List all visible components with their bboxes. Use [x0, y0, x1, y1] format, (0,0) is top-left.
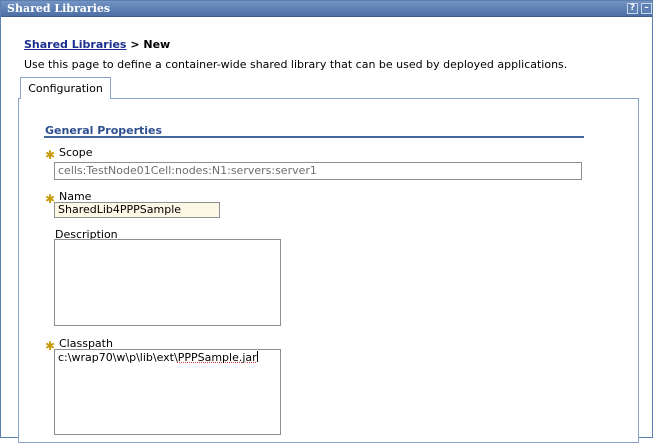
- name-input[interactable]: SharedLib4PPPSample: [54, 202, 220, 218]
- scope-field: cells:TestNode01Cell:nodes:N1:servers:se…: [54, 162, 582, 180]
- description-textarea[interactable]: [54, 239, 281, 326]
- window-titlebar: Shared Libraries ? –: [1, 1, 652, 17]
- breadcrumb-link-shared-libraries[interactable]: Shared Libraries: [24, 38, 126, 51]
- required-marker-icon: ✱: [45, 148, 56, 162]
- window-title: Shared Libraries: [7, 2, 111, 15]
- page-description: Use this page to define a container-wide…: [24, 58, 568, 71]
- classpath-textarea[interactable]: c:\wrap70\w\p\lib\ext\PPPSample.jar: [54, 349, 281, 435]
- classpath-path-prefix: c:\wrap70\w\p\lib\ext\: [58, 351, 178, 364]
- minimize-button[interactable]: –: [641, 3, 652, 14]
- text-caret: [256, 351, 258, 362]
- scope-label: Scope: [59, 146, 93, 159]
- breadcrumb-separator: >: [126, 38, 144, 51]
- shared-libraries-window: Shared Libraries ? – Shared Libraries > …: [0, 0, 653, 443]
- breadcrumb-current: New: [143, 38, 171, 51]
- breadcrumb: Shared Libraries > New: [24, 38, 170, 51]
- section-divider: [44, 136, 584, 138]
- classpath-file-name: PPPSample.jar: [177, 351, 257, 364]
- help-button[interactable]: ?: [627, 3, 638, 14]
- tab-configuration[interactable]: Configuration: [20, 77, 111, 99]
